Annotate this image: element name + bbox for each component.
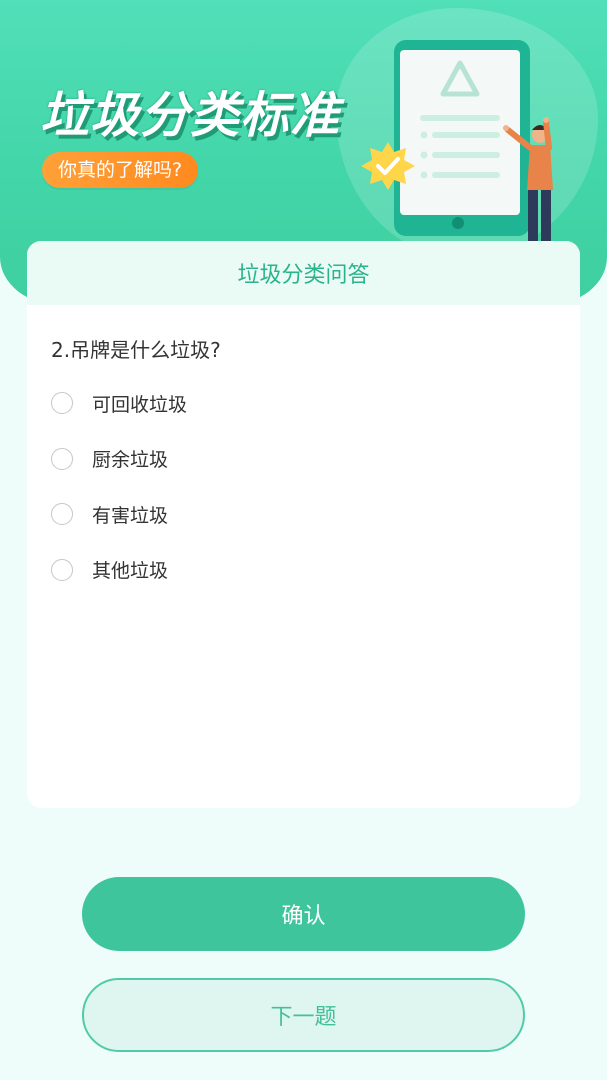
next-question-button-label: 下一题 — [270, 1005, 337, 1030]
option-recyclable[interactable]: 可回收垃圾 — [51, 383, 551, 423]
option-list: 可回收垃圾 厨余垃圾 有害垃圾 其他垃圾 — [51, 383, 551, 605]
confirm-button-label: 确认 — [281, 904, 326, 929]
radio-button[interactable] — [51, 392, 73, 414]
quiz-header-title: 垃圾分类问答 — [237, 263, 370, 288]
option-label: 其他垃圾 — [92, 560, 169, 582]
option-label: 厨余垃圾 — [92, 449, 169, 471]
option-other[interactable]: 其他垃圾 — [51, 550, 551, 590]
radio-button[interactable] — [51, 558, 73, 581]
radio-button[interactable] — [51, 503, 73, 525]
banner-subtitle-badge: 你真的了解吗? — [42, 152, 199, 188]
confirm-button[interactable]: 确认 — [82, 877, 525, 951]
option-kitchen-waste[interactable]: 厨余垃圾 — [51, 439, 551, 479]
quiz-card: 垃圾分类问答 2.吊牌是什么垃圾? 可回收垃圾 厨余垃圾 有害垃圾 其他垃圾 — [27, 241, 580, 808]
question-text: 2.吊牌是什么垃圾? — [51, 338, 221, 362]
option-hazardous[interactable]: 有害垃圾 — [51, 494, 551, 534]
option-label: 有害垃圾 — [92, 504, 169, 527]
option-label: 可回收垃圾 — [92, 393, 188, 416]
phone-illustration — [361, 40, 553, 245]
banner-title: 垃圾分类标准 — [40, 87, 341, 144]
next-question-button[interactable]: 下一题 — [82, 978, 525, 1052]
radio-button[interactable] — [51, 447, 73, 470]
quiz-header: 垃圾分类问答 — [27, 241, 580, 305]
